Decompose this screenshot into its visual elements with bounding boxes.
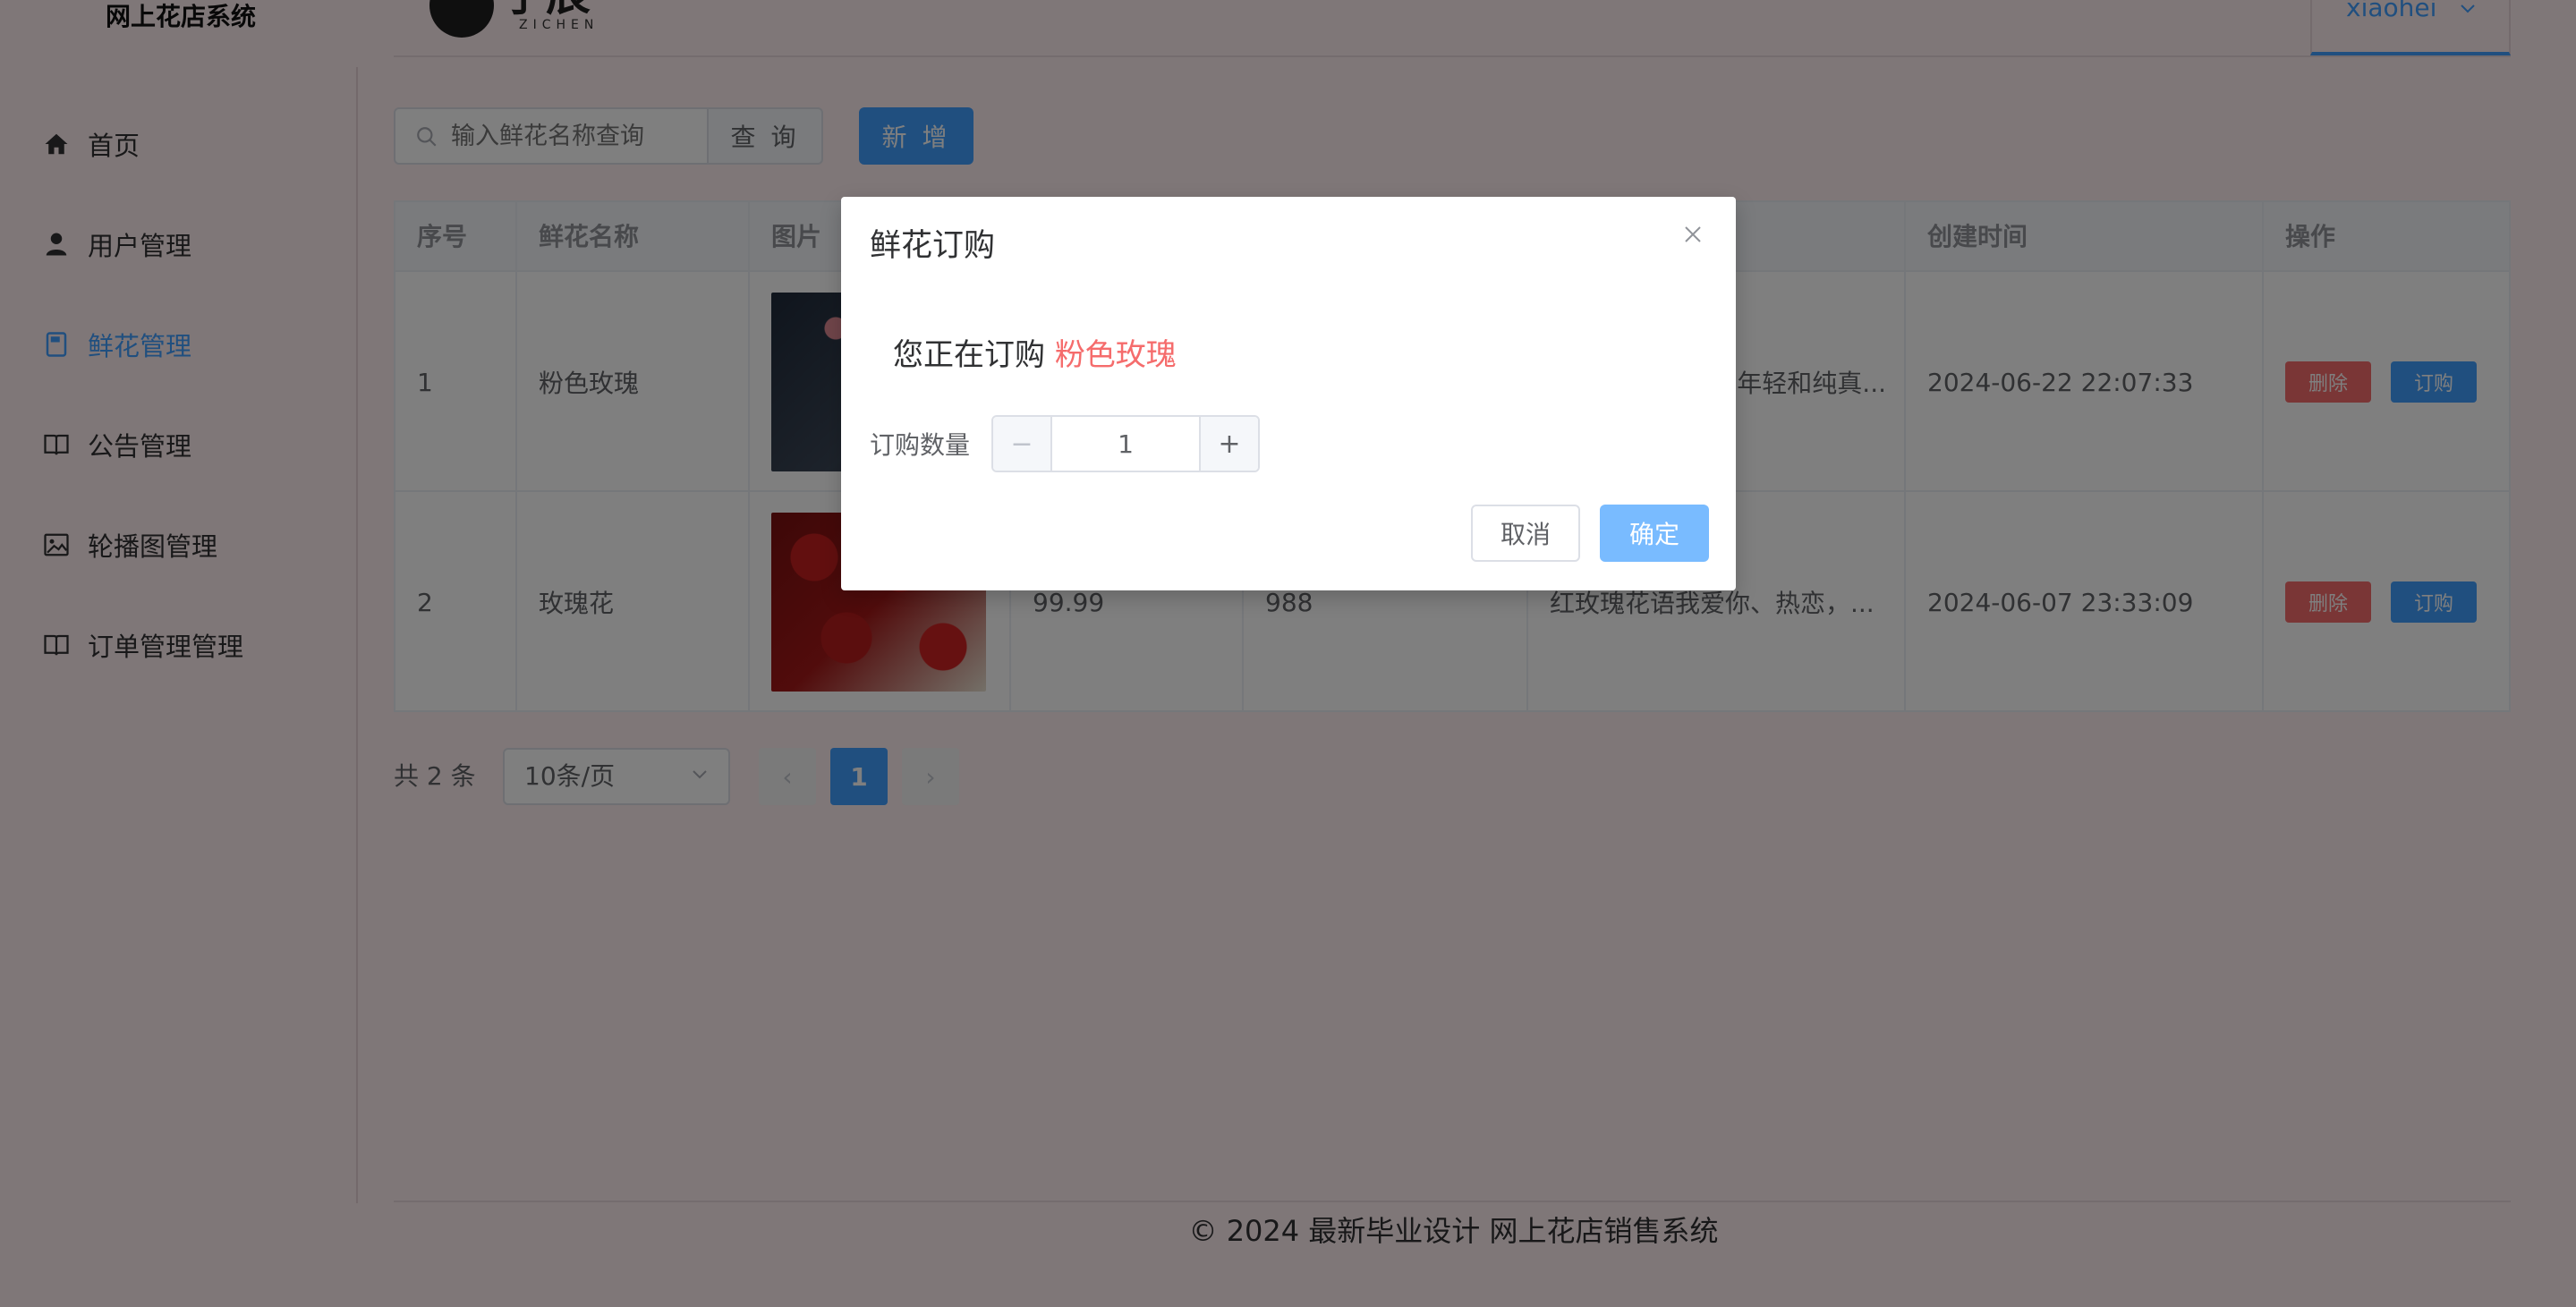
dialog-message: 您正在订购 粉色玫瑰: [893, 335, 1177, 376]
app: 网上花店系统 子辰 ZICHEN xiaohei 首页 用户管理: [0, 0, 2576, 1307]
decrease-button[interactable]: −: [993, 417, 1052, 471]
cancel-button[interactable]: 取消: [1471, 505, 1580, 562]
dialog-flower-name: 粉色玫瑰: [1054, 337, 1177, 373]
quantity-label: 订购数量: [870, 430, 971, 460]
close-icon[interactable]: [1679, 220, 1707, 249]
dialog-message-prefix: 您正在订购: [893, 337, 1045, 373]
quantity-input[interactable]: [1052, 417, 1199, 471]
confirm-button[interactable]: 确定: [1600, 505, 1709, 562]
quantity-stepper: − +: [991, 415, 1260, 472]
order-dialog: 鲜花订购 您正在订购 粉色玫瑰 订购数量 − + 取消 确定: [841, 197, 1736, 590]
dialog-title: 鲜花订购: [870, 228, 996, 264]
increase-button[interactable]: +: [1199, 417, 1258, 471]
